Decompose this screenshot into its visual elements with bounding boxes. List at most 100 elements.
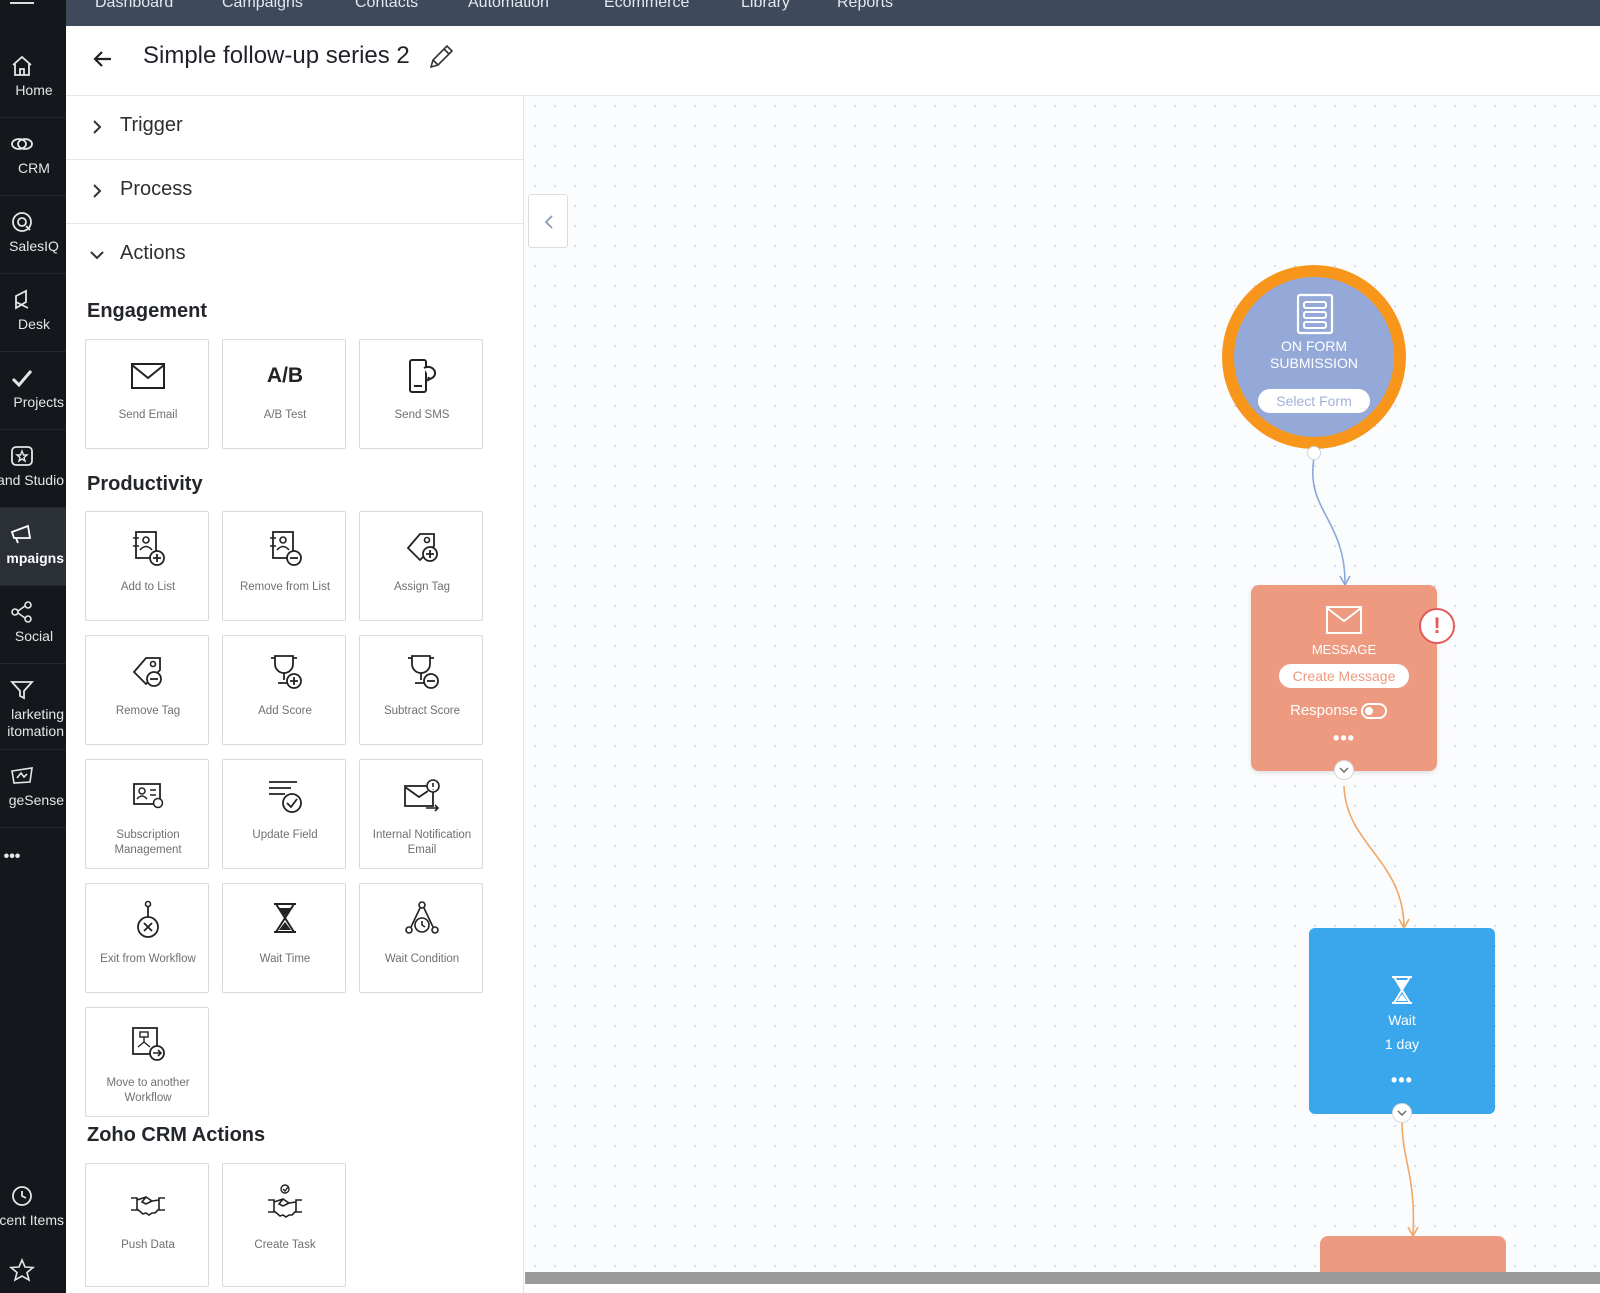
nav-dashboard[interactable]: Dashboard [95, 0, 173, 12]
trigger-output-port[interactable] [1307, 446, 1321, 460]
section-title-productivity: Productivity [87, 473, 203, 495]
accordion-actions[interactable]: Actions [66, 224, 523, 288]
pencil-edit-icon[interactable] [426, 42, 456, 72]
tile-send-sms[interactable]: Send SMS [359, 339, 483, 449]
rail-item-projects[interactable]: Projects [0, 352, 66, 430]
rail-label: CRM [18, 160, 50, 176]
tile-send-email[interactable]: Send Email [85, 339, 209, 449]
tile-label: Create Task [254, 1239, 316, 1251]
accordion-trigger[interactable]: Trigger [66, 96, 523, 160]
nav-contacts[interactable]: Contacts [355, 0, 418, 12]
hourglass-icon [1392, 976, 1412, 1004]
response-toggle[interactable] [1361, 703, 1387, 719]
tile-label: Wait Time [259, 953, 311, 965]
add-score-icon [271, 655, 302, 689]
rail-item-social[interactable]: Social [0, 586, 66, 664]
desk-icon [15, 289, 29, 310]
tile-subtract-score[interactable]: Subtract Score [359, 635, 483, 745]
message-expand-port[interactable] [1334, 760, 1354, 780]
tile-create-task[interactable]: Create Task [222, 1163, 346, 1287]
subscription-icon [133, 783, 164, 809]
rail-item-salesiq[interactable]: SalesIQ [0, 196, 66, 274]
tile-remove-from-list[interactable]: Remove from List [222, 511, 346, 621]
exit-workflow-icon [137, 900, 159, 938]
chevron-right-icon [93, 120, 102, 134]
megaphone-icon [10, 524, 32, 544]
wait-duration: 1 day [1384, 1036, 1420, 1052]
tile-subscription-management[interactable]: Subscription Management [85, 759, 209, 869]
rail-more[interactable]: ••• [0, 828, 66, 906]
chevron-down-icon [1397, 1110, 1407, 1116]
accordion-label: Process [120, 178, 193, 200]
collapse-panel-button[interactable] [528, 194, 568, 248]
nav-automation[interactable]: Automation [468, 0, 549, 12]
tile-add-score[interactable]: Add Score [222, 635, 346, 745]
warning-icon[interactable]: ! [1419, 608, 1455, 644]
rail-item-recent-items[interactable]: cent Items [0, 1170, 66, 1248]
nav-ecommerce[interactable]: Ecommerce [604, 0, 689, 12]
chevron-right-icon [93, 184, 102, 198]
tile-wait-condition[interactable]: Wait Condition [359, 883, 483, 993]
back-arrow-icon[interactable] [90, 46, 116, 72]
nav-library[interactable]: Library [741, 0, 790, 12]
tile-exit-from-workflow[interactable]: Exit from Workflow [85, 883, 209, 993]
next-message-node[interactable] [1320, 1236, 1506, 1272]
tile-label: Add Score [258, 705, 312, 717]
rail-item-crm[interactable]: CRM [0, 118, 66, 196]
section-title-zoho-crm-actions: Zoho CRM Actions [87, 1124, 266, 1146]
tile-label: Remove Tag [115, 705, 181, 717]
tile-assign-tag[interactable]: Assign Tag [359, 511, 483, 621]
rail-item-campaigns[interactable]: mpaigns [0, 508, 66, 586]
app-rail: Home CRM SalesIQ Desk Projects and Studi… [0, 0, 66, 1293]
tile-internal-notification-email[interactable]: Internal Notification Email [359, 759, 483, 869]
rail-label: and Studio [0, 472, 64, 488]
select-form-button[interactable]: Select Form [1258, 389, 1370, 413]
tile-wait-time[interactable]: Wait Time [222, 883, 346, 993]
assign-tag-icon [406, 533, 438, 562]
pagesense-icon [11, 767, 33, 784]
check-icon [11, 370, 33, 388]
wait-expand-port[interactable] [1392, 1103, 1412, 1123]
nav-campaigns[interactable]: Campaigns [222, 0, 303, 12]
tile-update-field[interactable]: Update Field [222, 759, 346, 869]
actions-panel: Trigger Process Actions Engagement Send … [66, 96, 524, 1293]
hourglass-icon [274, 903, 296, 933]
add-to-list-icon [133, 531, 165, 566]
tile-label: Internal Notification Email [372, 829, 472, 856]
create-message-button[interactable]: Create Message [1279, 664, 1409, 688]
tile-label: Send Email [118, 409, 178, 421]
rail-item-desk[interactable]: Desk [0, 274, 66, 352]
page-header: Simple follow-up series 2 [66, 26, 1600, 96]
accordion-process[interactable]: Process [66, 160, 523, 224]
ab-test-icon: A/B [266, 364, 304, 387]
tile-label: Update Field [252, 829, 318, 841]
subtract-score-icon [408, 655, 439, 689]
chevron-down-icon [1339, 767, 1349, 773]
tile-push-data[interactable]: Push Data [85, 1163, 209, 1287]
envelope-icon [131, 363, 165, 389]
tile-label: A/B Test [263, 409, 307, 421]
move-workflow-icon [132, 1027, 165, 1061]
rail-item-home[interactable]: Home [0, 40, 66, 118]
hamburger-menu-icon[interactable] [8, 0, 36, 8]
star-icon[interactable] [8, 1258, 36, 1282]
page-title: Simple follow-up series 2 [143, 42, 410, 69]
rail-item-brand-studio[interactable]: and Studio [0, 430, 66, 508]
accordion-label: Actions [120, 242, 186, 264]
tile-label: Exit from Workflow [100, 953, 196, 965]
rail-item-pagesense[interactable]: geSense [0, 750, 66, 828]
rail-label: Desk [18, 316, 50, 332]
tile-add-to-list[interactable]: Add to List [85, 511, 209, 621]
tile-label: Subscription Management [114, 829, 182, 856]
update-field-icon [269, 781, 302, 813]
canvas-horizontal-scrollbar[interactable] [525, 1272, 1600, 1284]
wait-more-options[interactable]: ••• [1382, 1070, 1422, 1091]
trigger-title: ON FORM SUBMISSION [1244, 338, 1384, 372]
wait-condition-icon [405, 901, 439, 934]
tile-ab-test[interactable]: A/B A/B Test [222, 339, 346, 449]
nav-reports[interactable]: Reports [837, 0, 893, 12]
message-more-options[interactable]: ••• [1324, 728, 1364, 749]
tile-move-to-another-workflow[interactable]: Move to another Workflow [85, 1007, 209, 1117]
tile-remove-tag[interactable]: Remove Tag [85, 635, 209, 745]
rail-item-marketing-automation[interactable]: larketing itomation [0, 664, 66, 750]
